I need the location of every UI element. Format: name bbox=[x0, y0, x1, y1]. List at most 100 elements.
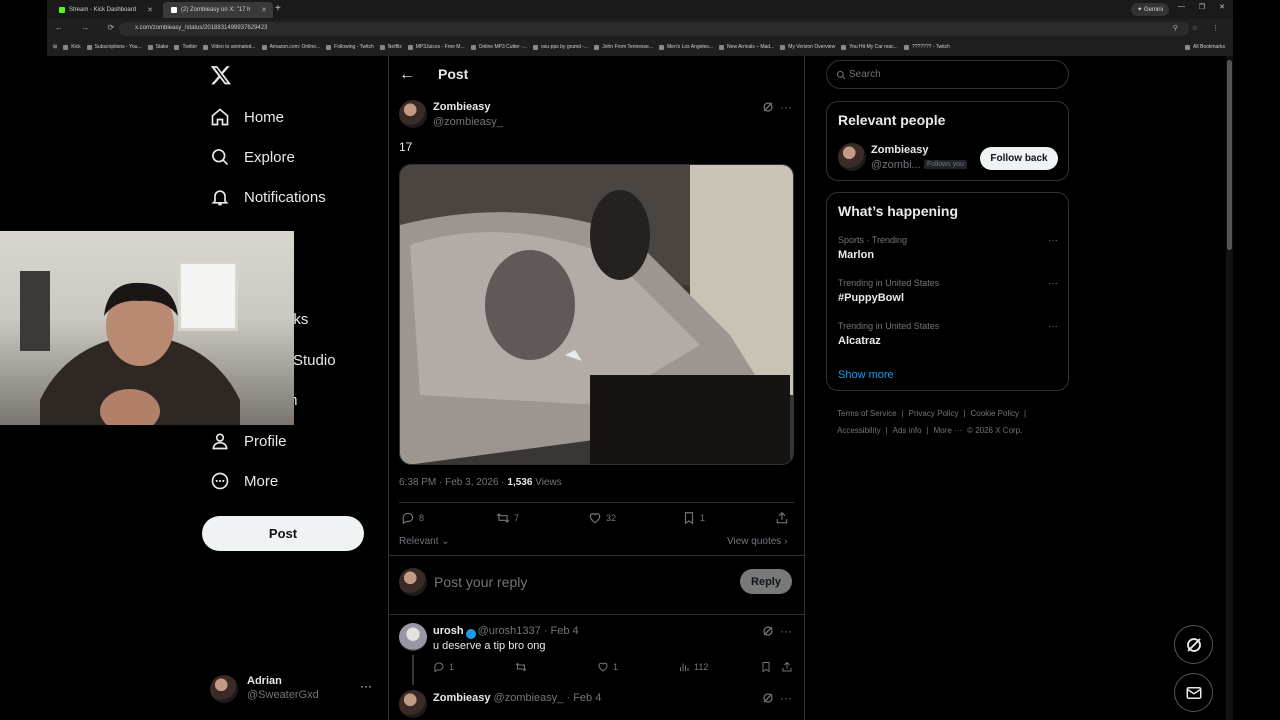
person-handle[interactable]: @zombi... bbox=[871, 159, 921, 171]
footer-link[interactable]: Terms of Service bbox=[837, 409, 897, 418]
repost-button[interactable]: 7 bbox=[496, 511, 519, 525]
view-quotes-link[interactable]: View quotes › bbox=[727, 536, 787, 547]
author-handle[interactable]: @zombieasy_ bbox=[433, 116, 503, 128]
sort-replies-dropdown[interactable]: Relevant ⌄ bbox=[399, 536, 450, 547]
like-button[interactable]: 1 bbox=[597, 661, 618, 673]
trend-item[interactable]: Trending in United States #PuppyBowl ··· bbox=[838, 278, 1058, 304]
repost-count: 7 bbox=[514, 513, 520, 523]
show-more-link[interactable]: Show more bbox=[838, 369, 894, 381]
minimize-icon[interactable]: — bbox=[1178, 3, 1185, 10]
nav-notifications[interactable]: Notifications bbox=[210, 184, 326, 210]
grok-icon[interactable] bbox=[762, 625, 774, 637]
maximize-icon[interactable]: ❐ bbox=[1199, 3, 1205, 11]
commenter-avatar[interactable] bbox=[399, 690, 427, 718]
bookmark-item[interactable]: John From Tennesse... bbox=[594, 44, 653, 50]
bookmark-item[interactable]: Amazon.com: Online... bbox=[261, 44, 320, 50]
gemini-button[interactable]: ✦ Gemini bbox=[1131, 3, 1169, 16]
footer-link[interactable]: Privacy Policy bbox=[909, 409, 959, 418]
commenter-handle[interactable]: @zombieasy_ bbox=[494, 692, 564, 704]
like-button[interactable]: 32 bbox=[588, 511, 616, 525]
footer-link[interactable]: More ··· bbox=[934, 426, 962, 435]
bookmark-button[interactable] bbox=[760, 661, 776, 673]
gemini-label: Gemini bbox=[1143, 7, 1163, 13]
bookmark-item[interactable]: New Arrivals – Mad... bbox=[718, 44, 774, 50]
share-button[interactable] bbox=[775, 511, 793, 525]
all-bookmarks[interactable]: All Bookmarks bbox=[1185, 44, 1225, 50]
share-button[interactable] bbox=[781, 661, 797, 673]
heart-icon bbox=[589, 513, 601, 524]
author-avatar[interactable] bbox=[399, 100, 427, 128]
trend-item[interactable]: Trending in United States Alcatraz ··· bbox=[838, 321, 1058, 347]
bookmark-item[interactable]: Men's Los Angeles... bbox=[659, 44, 713, 50]
account-switcher[interactable]: Adrian @SweaterGxd ··· bbox=[210, 673, 380, 705]
nav-explore[interactable]: Explore bbox=[210, 144, 295, 170]
bookmark-item[interactable]: Video to animated... bbox=[203, 44, 256, 50]
bookmark-item[interactable]: Following - Twitch bbox=[326, 44, 374, 50]
nav-home[interactable]: Home bbox=[210, 104, 284, 130]
post-button[interactable]: Post bbox=[202, 516, 364, 551]
apps-icon[interactable]: ⊞ bbox=[53, 44, 57, 50]
commenter-name[interactable]: Zombieasy bbox=[433, 692, 490, 704]
more-dots-icon[interactable]: ··· bbox=[1048, 278, 1058, 289]
scrollbar-thumb[interactable] bbox=[1227, 60, 1232, 250]
bookmark-item[interactable]: Online MP3 Cutter -... bbox=[470, 44, 527, 50]
reply-submit-button[interactable]: Reply bbox=[740, 569, 792, 594]
post-timestamp[interactable]: 6:38 PM · Feb 3, 2026 · bbox=[399, 477, 507, 488]
nav-profile[interactable]: Profile bbox=[210, 428, 287, 454]
footer-link[interactable]: Accessibility bbox=[837, 426, 881, 435]
grok-icon[interactable] bbox=[762, 692, 774, 704]
grok-fab-button[interactable] bbox=[1174, 625, 1213, 664]
avatar[interactable] bbox=[838, 143, 866, 171]
new-tab-icon[interactable]: + bbox=[275, 3, 281, 14]
mail-icon bbox=[1186, 686, 1201, 699]
search-input[interactable]: Search bbox=[826, 60, 1069, 89]
footer-link[interactable]: Ads info bbox=[893, 426, 922, 435]
commenter-avatar[interactable] bbox=[399, 623, 427, 651]
more-dots-icon[interactable]: ··· bbox=[780, 100, 792, 114]
commenter-name[interactable]: urosh bbox=[433, 625, 464, 637]
bookmark-item[interactable]: MP3Juices - Free M... bbox=[407, 44, 465, 50]
comment-date[interactable]: · Feb 4 bbox=[544, 625, 579, 637]
bookmark-item[interactable]: Twitter bbox=[174, 44, 197, 50]
more-dots-icon[interactable]: ··· bbox=[1048, 235, 1058, 246]
address-bar[interactable]: x.com/zombieasy_/status/2018831499937629… bbox=[119, 22, 1189, 36]
bookmark-item[interactable]: osu-pps by grumd -... bbox=[532, 44, 588, 50]
post-video[interactable] bbox=[399, 164, 794, 465]
views-button[interactable]: 112 bbox=[678, 661, 708, 673]
footer-link[interactable]: Cookie Policy bbox=[971, 409, 1019, 418]
reply-input[interactable]: Post your reply bbox=[434, 574, 527, 590]
tab-x-post[interactable]: (2) Zombieasy on X: "17 h ✕ bbox=[163, 2, 273, 18]
tab-kick-dashboard[interactable]: Stream - Kick Dashboard ✕ bbox=[51, 2, 159, 18]
bookmark-item[interactable]: My Verizon Overview bbox=[780, 44, 835, 50]
reply-button[interactable]: 1 bbox=[433, 661, 454, 673]
extension-icons[interactable]: ⚲ ☆ ⋮ bbox=[1173, 24, 1225, 32]
bookmark-button[interactable]: 1 bbox=[682, 511, 705, 525]
reply-button[interactable]: 8 bbox=[401, 511, 424, 525]
messages-fab-button[interactable] bbox=[1174, 673, 1213, 712]
bookmark-item[interactable]: Subscriptions - You... bbox=[86, 44, 142, 50]
comment-date[interactable]: · Feb 4 bbox=[566, 692, 601, 704]
close-tab-icon[interactable]: ✕ bbox=[147, 6, 153, 14]
bookmark-item[interactable]: Netflix bbox=[379, 44, 402, 50]
author-name[interactable]: Zombieasy bbox=[433, 101, 490, 113]
grok-icon[interactable] bbox=[762, 101, 774, 113]
trend-item[interactable]: Sports · Trending Marlon ··· bbox=[838, 235, 1058, 261]
bookmark-item[interactable]: Kick bbox=[63, 44, 81, 50]
footer-separator: | bbox=[1024, 409, 1027, 418]
close-tab-icon[interactable]: ✕ bbox=[261, 6, 267, 14]
more-dots-icon[interactable]: ··· bbox=[1048, 321, 1058, 332]
bookmark-item[interactable]: Stake bbox=[147, 44, 168, 50]
bookmark-item[interactable]: You Hit My Car reac... bbox=[841, 44, 898, 50]
nav-more[interactable]: More bbox=[210, 468, 278, 494]
commenter-handle[interactable]: @urosh1337 bbox=[478, 625, 541, 637]
repost-button[interactable] bbox=[515, 661, 531, 673]
more-dots-icon[interactable]: ··· bbox=[360, 679, 372, 693]
person-name[interactable]: Zombieasy bbox=[871, 144, 928, 156]
close-window-icon[interactable]: ✕ bbox=[1219, 3, 1225, 11]
follow-back-button[interactable]: Follow back bbox=[980, 147, 1058, 170]
more-dots-icon[interactable]: ··· bbox=[780, 624, 792, 638]
bookmark-item[interactable]: ??????? - Twitch bbox=[903, 44, 950, 50]
x-logo-icon[interactable] bbox=[210, 64, 232, 86]
back-arrow-icon[interactable]: ← bbox=[399, 66, 415, 84]
more-dots-icon[interactable]: ··· bbox=[780, 691, 792, 705]
